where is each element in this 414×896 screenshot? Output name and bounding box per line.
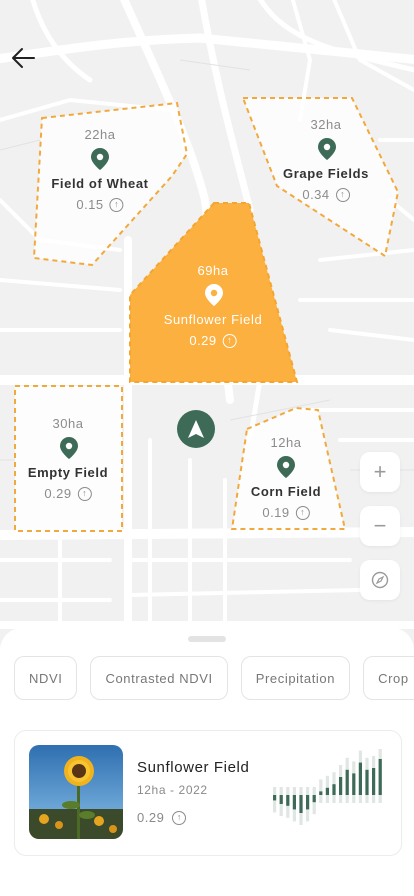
- trend-bar: [345, 769, 349, 795]
- field-area: 12ha: [270, 435, 302, 450]
- trend-bar: [339, 777, 343, 795]
- card-title: Sunflower Field: [137, 759, 250, 776]
- trend-bar: [299, 795, 303, 813]
- field-sunflower-label[interactable]: 69ha Sunflower Field 0.29 ↑: [164, 263, 263, 348]
- chip-ndvi[interactable]: NDVI: [14, 656, 78, 700]
- layer-chips: NDVI Contrasted NDVI Precipitation Crop: [14, 656, 414, 700]
- field-name: Sunflower Field: [163, 312, 263, 327]
- trend-bar: [319, 791, 323, 795]
- field-area: 69ha: [197, 263, 229, 278]
- chip-contrasted-ndvi[interactable]: Contrasted NDVI: [90, 656, 228, 700]
- trend-bar-ghost: [319, 779, 323, 803]
- trend-bar: [286, 795, 290, 806]
- trend-bar: [352, 773, 356, 795]
- navigation-arrow-icon: [188, 420, 204, 438]
- trend-bar: [378, 759, 382, 795]
- arrow-left-icon: [12, 48, 35, 68]
- compass-icon: [371, 571, 389, 589]
- chip-precipitation[interactable]: Precipitation: [240, 656, 351, 700]
- ndvi-value: 0.34: [302, 187, 330, 202]
- trend-bar: [273, 795, 277, 801]
- arrow-up-circle-icon: ↑: [222, 333, 237, 348]
- field-corn-label[interactable]: 12ha Corn Field 0.19 ↑: [251, 435, 321, 520]
- field-name: Grape Fields: [283, 166, 369, 181]
- field-empty-label[interactable]: 30ha Empty Field 0.29 ↑: [28, 416, 108, 501]
- minus-icon: −: [373, 513, 387, 538]
- arrow-up-circle-icon: ↑: [295, 505, 310, 520]
- field-area: 32ha: [310, 117, 342, 132]
- trend-bar: [306, 795, 310, 810]
- arrow-up-circle-icon: ↑: [109, 197, 124, 212]
- arrow-up-circle-icon: ↑: [172, 810, 187, 825]
- ndvi-value: 0.29: [44, 486, 72, 501]
- field-wheat-label[interactable]: 22ha Field of Wheat 0.15 ↑: [51, 127, 148, 212]
- card-subtitle: 12ha - 2022: [137, 783, 208, 797]
- arrow-up-circle-icon: ↑: [77, 486, 92, 501]
- trend-bar: [372, 768, 376, 795]
- field-thumbnail: [29, 745, 123, 839]
- trend-bar: [365, 769, 369, 795]
- trend-bar: [325, 787, 329, 795]
- field-grape-label[interactable]: 32ha Grape Fields 0.34 ↑: [283, 117, 369, 202]
- back-button[interactable]: [10, 44, 38, 72]
- plus-icon: +: [373, 459, 387, 484]
- trend-bar: [279, 795, 283, 804]
- field-name: Empty Field: [27, 465, 109, 480]
- field-name: Corn Field: [250, 484, 322, 499]
- compass-button[interactable]: [360, 560, 400, 600]
- trend-bar: [292, 795, 296, 810]
- field-area: 30ha: [52, 416, 84, 431]
- bottom-sheet: NDVI Contrasted NDVI Precipitation Crop: [0, 628, 414, 896]
- my-location-button[interactable]: [177, 410, 215, 448]
- trend-bar: [358, 762, 362, 795]
- ndvi-value: 0.19: [262, 505, 290, 520]
- field-card[interactable]: Sunflower Field 12ha - 2022 0.29 ↑: [14, 730, 402, 856]
- field-area: 22ha: [84, 127, 116, 142]
- trend-bar: [332, 784, 336, 795]
- trend-chart: [273, 749, 382, 825]
- sheet-handle[interactable]: [188, 636, 226, 642]
- zoom-out-button[interactable]: −: [360, 506, 400, 546]
- trend-bar: [312, 795, 316, 803]
- chip-crop[interactable]: Crop: [363, 656, 414, 700]
- zoom-in-button[interactable]: +: [360, 452, 400, 492]
- ndvi-value: 0.29: [189, 333, 217, 348]
- arrow-up-circle-icon: ↑: [335, 187, 350, 202]
- field-name: Field of Wheat: [51, 176, 149, 191]
- card-value: 0.29: [137, 810, 165, 825]
- ndvi-value: 0.15: [76, 197, 104, 212]
